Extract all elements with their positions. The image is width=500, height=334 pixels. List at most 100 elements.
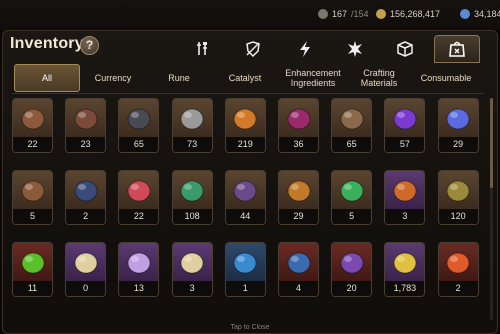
inventory-slot[interactable]: 65 xyxy=(331,98,373,153)
tap-to-close-hint[interactable]: Tap to Close xyxy=(0,324,500,331)
item-quantity: 65 xyxy=(119,137,159,152)
item-quantity: 73 xyxy=(172,137,212,152)
item-art xyxy=(385,243,425,282)
item-quantity: 2 xyxy=(66,209,106,224)
subtab-currency[interactable]: Currency xyxy=(82,64,144,92)
item-art xyxy=(225,243,265,282)
tab-bag[interactable] xyxy=(434,35,480,63)
gold-amount: 156,268,417 xyxy=(390,9,441,19)
item-art xyxy=(66,243,106,282)
item-art xyxy=(13,99,52,138)
inventory-slot[interactable]: 57 xyxy=(384,98,426,153)
spark-icon xyxy=(348,41,362,57)
inventory-slot[interactable]: 219 xyxy=(224,98,266,153)
page-title: Inventory xyxy=(10,35,84,52)
tab-box[interactable] xyxy=(388,35,422,63)
gem-icon xyxy=(460,9,470,19)
inventory-slot[interactable]: 29 xyxy=(437,98,479,153)
tab-spark[interactable] xyxy=(338,35,372,63)
item-quantity: 65 xyxy=(332,137,372,152)
item-art xyxy=(332,171,372,210)
inventory-slot[interactable]: 108 xyxy=(171,170,213,225)
green-amulet-icon xyxy=(180,180,204,201)
subtab-consumable[interactable]: Consumable xyxy=(412,64,480,92)
item-art xyxy=(225,171,265,210)
item-quantity: 3 xyxy=(385,209,425,224)
gem-stone-icon xyxy=(446,108,470,129)
item-art xyxy=(172,171,212,210)
item-art xyxy=(66,99,106,138)
subtab-all-label: All xyxy=(41,73,52,83)
subtab-currency-label: Currency xyxy=(94,73,132,83)
red-gem-icon xyxy=(127,180,151,201)
item-art xyxy=(332,243,372,282)
eye-emblem-icon xyxy=(393,252,417,273)
dagger-icon xyxy=(180,108,204,129)
box-icon xyxy=(397,41,413,57)
gold-resource: 156,268,417 xyxy=(376,9,440,19)
item-quantity: 22 xyxy=(13,137,52,152)
bag-icon xyxy=(449,41,465,57)
inventory-slot[interactable]: 3 xyxy=(171,242,213,297)
item-art xyxy=(66,171,106,210)
dark-amulet-icon xyxy=(74,180,98,201)
subtab-all[interactable]: All xyxy=(14,64,80,92)
help-button[interactable]: ? xyxy=(80,36,99,55)
scrollbar-thumb[interactable] xyxy=(490,98,493,188)
inventory-slot[interactable]: 13 xyxy=(118,242,160,297)
inventory-slot[interactable]: 0 xyxy=(65,242,107,297)
tab-lightning[interactable] xyxy=(288,35,322,63)
inventory-slot[interactable]: 36 xyxy=(278,98,319,153)
item-art xyxy=(332,99,372,138)
lightning-icon xyxy=(300,41,310,57)
stamina-icon xyxy=(318,9,328,19)
tab-shield[interactable] xyxy=(236,35,270,63)
item-quantity: 11 xyxy=(13,281,52,296)
tab-equipment[interactable] xyxy=(186,35,220,63)
inventory-slot[interactable]: 23 xyxy=(65,98,107,153)
inventory-slot[interactable]: 1,783 xyxy=(384,242,426,297)
item-art xyxy=(438,171,478,210)
tarot-card-icon xyxy=(74,252,98,273)
crystal-orb-icon xyxy=(393,108,417,129)
item-quantity: 2 xyxy=(438,281,478,296)
inventory-slot[interactable]: 5 xyxy=(12,170,53,225)
item-quantity: 13 xyxy=(119,281,159,296)
subtab-enhancement-ingredients[interactable]: Enhancement Ingredients xyxy=(280,64,346,92)
item-art xyxy=(13,171,52,210)
inventory-slot[interactable]: 120 xyxy=(437,170,479,225)
item-art xyxy=(225,99,265,138)
inventory-slot[interactable]: 65 xyxy=(118,98,160,153)
inventory-slot[interactable]: 22 xyxy=(118,170,160,225)
item-quantity: 29 xyxy=(279,209,318,224)
inventory-slot[interactable]: 22 xyxy=(12,98,53,153)
inventory-slot[interactable]: 2 xyxy=(65,170,107,225)
inventory-slot[interactable]: 29 xyxy=(278,170,319,225)
inventory-slot[interactable]: 2 xyxy=(437,242,479,297)
gem-amount: 34,184 xyxy=(474,9,500,19)
inventory-slot[interactable]: 44 xyxy=(224,170,266,225)
inventory-slot[interactable]: 1 xyxy=(224,242,266,297)
pet-card-icon xyxy=(180,252,204,273)
inventory-slot[interactable]: 5 xyxy=(331,170,373,225)
subtab-catalyst[interactable]: Catalyst xyxy=(214,64,276,92)
item-quantity: 0 xyxy=(66,281,106,296)
inventory-slot[interactable]: 73 xyxy=(171,98,213,153)
subtab-rune-label: Rune xyxy=(168,73,190,83)
inventory-slot[interactable]: 4 xyxy=(278,242,319,297)
subtab-crafting-materials[interactable]: Crafting Materials xyxy=(350,64,408,92)
inventory-slot[interactable]: 20 xyxy=(331,242,373,297)
elemental-orbs-icon xyxy=(340,180,364,201)
inventory-slot[interactable]: 3 xyxy=(384,170,426,225)
item-quantity: 36 xyxy=(279,137,318,152)
subtab-rune[interactable]: Rune xyxy=(148,64,210,92)
item-art xyxy=(438,243,478,282)
item-quantity: 219 xyxy=(225,137,265,152)
mask-icon xyxy=(287,180,310,201)
item-art xyxy=(385,171,425,210)
stamina-resource: 167/154 xyxy=(318,9,369,19)
item-quantity: 57 xyxy=(385,137,425,152)
item-quantity: 4 xyxy=(279,281,318,296)
green-potion-icon xyxy=(21,252,44,273)
inventory-slot[interactable]: 11 xyxy=(12,242,53,297)
